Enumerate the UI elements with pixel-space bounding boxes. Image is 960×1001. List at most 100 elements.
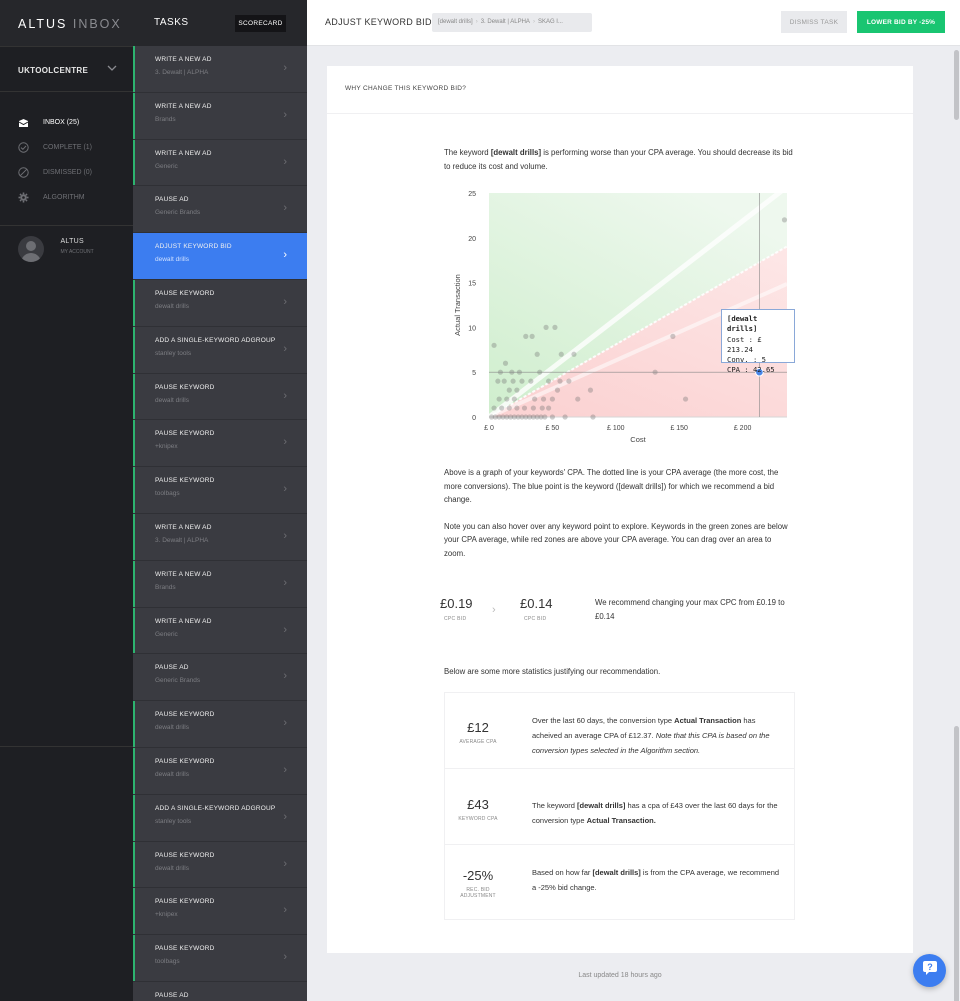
y-tick-label: 20 <box>468 236 476 243</box>
data-point <box>546 378 552 384</box>
data-point <box>495 378 501 384</box>
new-bid-value: £0.14 <box>520 596 553 611</box>
data-point <box>562 414 568 420</box>
task-item[interactable]: PAUSE KEYWORD +knipex › <box>133 420 307 468</box>
data-point <box>530 405 536 411</box>
account-selector[interactable]: UKTOOLCENTRE <box>0 46 133 92</box>
chevron-right-icon: › <box>283 951 287 964</box>
tooltip-line: CPA : 42.65 <box>727 365 775 375</box>
chevron-right-icon: › <box>283 810 287 823</box>
tooltip-line: Conv. : 5 <box>727 355 766 365</box>
breadcrumb-separator-icon: › <box>475 19 478 25</box>
stats-intro: Below are some more statistics justifyin… <box>444 667 661 676</box>
data-point <box>549 396 556 402</box>
data-point <box>511 396 517 402</box>
nav-item-inbox[interactable]: INBOX (25) <box>0 110 133 135</box>
task-item[interactable]: PAUSE KEYWORD dewalt drills › <box>133 747 307 795</box>
intro-paragraph: The keyword [dewalt drills] is performin… <box>444 148 793 171</box>
check-circle-icon <box>17 142 29 154</box>
nav-item-dismissed[interactable]: DISMISSED (0) <box>0 160 133 185</box>
dismiss-task-button[interactable]: DISMISS TASK <box>781 11 847 33</box>
stat-description: The keyword [dewalt drills] has a cpa of… <box>532 801 778 825</box>
stat-label: REC. BID ADJUSTMENT <box>460 887 496 899</box>
data-point <box>781 217 788 223</box>
data-point <box>514 387 520 393</box>
chevron-right-icon: › <box>492 604 496 616</box>
task-item[interactable]: PAUSE KEYWORD dewalt drills › <box>133 701 307 748</box>
task-item[interactable]: PAUSE AD Generic Brands › <box>133 654 307 702</box>
tooltip-line: Cost : £ 213.24 <box>727 334 762 354</box>
task-item[interactable]: WRITE A NEW AD Brands › <box>133 92 307 140</box>
scrollbar-thumb[interactable] <box>954 726 959 1001</box>
lower-bid-button[interactable]: LOWER BID BY -25% <box>857 11 945 33</box>
chevron-right-icon: › <box>283 62 287 74</box>
data-point <box>529 333 535 339</box>
nav-divider <box>0 746 133 747</box>
chevron-right-icon: › <box>283 155 287 168</box>
data-point <box>532 396 538 402</box>
chevron-right-icon: › <box>283 904 287 917</box>
data-point <box>523 333 529 339</box>
scrollbar[interactable] <box>953 46 960 1001</box>
chevron-right-icon: › <box>283 295 287 308</box>
x-axis-label: Cost <box>630 435 646 444</box>
data-point <box>540 396 547 402</box>
data-point <box>491 405 497 411</box>
task-item[interactable]: ADD A SINGLE-KEYWORD ADGROUP stanley tool… <box>133 794 307 842</box>
x-tick-label: £ 150 <box>670 425 688 432</box>
stat-value: £43 <box>467 797 489 812</box>
gear-icon <box>17 192 29 204</box>
task-item[interactable]: PAUSE AD Generic Brands › <box>133 186 307 234</box>
task-item[interactable]: PAUSE KEYWORD dewalt drills › <box>133 373 307 421</box>
task-item[interactable]: PAUSE KEYWORD dewalt drills › <box>133 841 307 889</box>
breadcrumb-item[interactable]: 3. Dewalt | ALPHA <box>481 19 530 25</box>
nav-item-label: DISMISSED (0) <box>43 169 93 176</box>
nav-item-algorithm[interactable]: ALGORITHM <box>0 185 133 210</box>
task-item[interactable]: WRITE A NEW AD Generic › <box>133 139 307 187</box>
help-icon: ? <box>922 960 938 981</box>
bid-recommendation: We recommend changing your max CPC from … <box>595 598 785 621</box>
explain-paragraph-1: Above is a graph of your keywords' CPA. … <box>444 468 779 504</box>
data-point <box>521 405 528 411</box>
y-tick-label: 0 <box>472 415 476 422</box>
task-item[interactable]: WRITE A NEW AD 3. Dewalt | ALPHA › <box>133 513 307 561</box>
task-item[interactable]: WRITE A NEW AD Generic › <box>133 607 307 655</box>
breadcrumb-item[interactable]: SKAG I... <box>538 19 563 25</box>
user-account[interactable]: ALTUS MY ACCOUNT <box>0 225 133 275</box>
chevron-right-icon: › <box>283 108 287 121</box>
task-header: ADJUST KEYWORD BID [dewalt drills] › 3. De… <box>307 0 960 46</box>
task-item[interactable]: PAUSE KEYWORD toolbags › <box>133 467 307 514</box>
scrollbar-thumb[interactable] <box>954 50 959 120</box>
task-item[interactable]: PAUSE KEYWORD dewalt drills › <box>133 279 307 327</box>
chevron-right-icon: › <box>283 763 287 776</box>
data-point <box>575 396 581 402</box>
app-logo[interactable]: ALTUS INBOX <box>0 0 133 46</box>
scorecard-button[interactable]: SCORECARD <box>235 15 286 32</box>
task-item[interactable]: PAUSE AD› <box>133 982 307 1001</box>
breadcrumb-separator-icon: › <box>532 19 535 25</box>
stat-label: AVERAGE CPA <box>459 739 497 745</box>
data-point <box>682 396 689 402</box>
task-item[interactable]: WRITE A NEW AD 3. Dewalt | ALPHA › <box>133 46 307 93</box>
task-item[interactable]: ADJUST KEYWORD BID dewalt drills › <box>133 233 307 280</box>
stat-row: -25% REC. BID ADJUSTMENT Based on how fa… <box>445 845 794 921</box>
account-name: UKTOOLCENTRE <box>18 66 89 75</box>
data-point <box>506 405 512 411</box>
data-point <box>519 378 525 384</box>
help-chat-button[interactable]: ? <box>913 954 946 987</box>
task-item[interactable]: ADD A SINGLE-KEYWORD ADGROUP stanley tool… <box>133 326 307 374</box>
task-item[interactable]: PAUSE KEYWORD +knipex › <box>133 888 307 936</box>
chevron-right-icon: › <box>283 436 287 449</box>
breadcrumb-item[interactable]: [dewalt drills] <box>438 19 473 25</box>
task-list-panel: TASKS SCORECARD WRITE A NEW AD 3. Dewalt … <box>133 0 307 1001</box>
panel-heading: WHY CHANGE THIS KEYWORD BID? <box>327 66 913 114</box>
ban-icon <box>17 167 29 179</box>
stat-value: £12 <box>467 720 489 735</box>
task-item[interactable]: PAUSE KEYWORD toolbags › <box>133 935 307 982</box>
nav-menu: INBOX (25) COMPLETE (1) DISMISSED (0) AL… <box>0 92 133 210</box>
x-tick-label: £ 200 <box>734 425 752 432</box>
data-point <box>557 378 563 384</box>
task-item[interactable]: WRITE A NEW AD Brands › <box>133 560 307 608</box>
nav-item-complete[interactable]: COMPLETE (1) <box>0 135 133 160</box>
last-updated: Last updated 18 hours ago <box>578 972 662 979</box>
